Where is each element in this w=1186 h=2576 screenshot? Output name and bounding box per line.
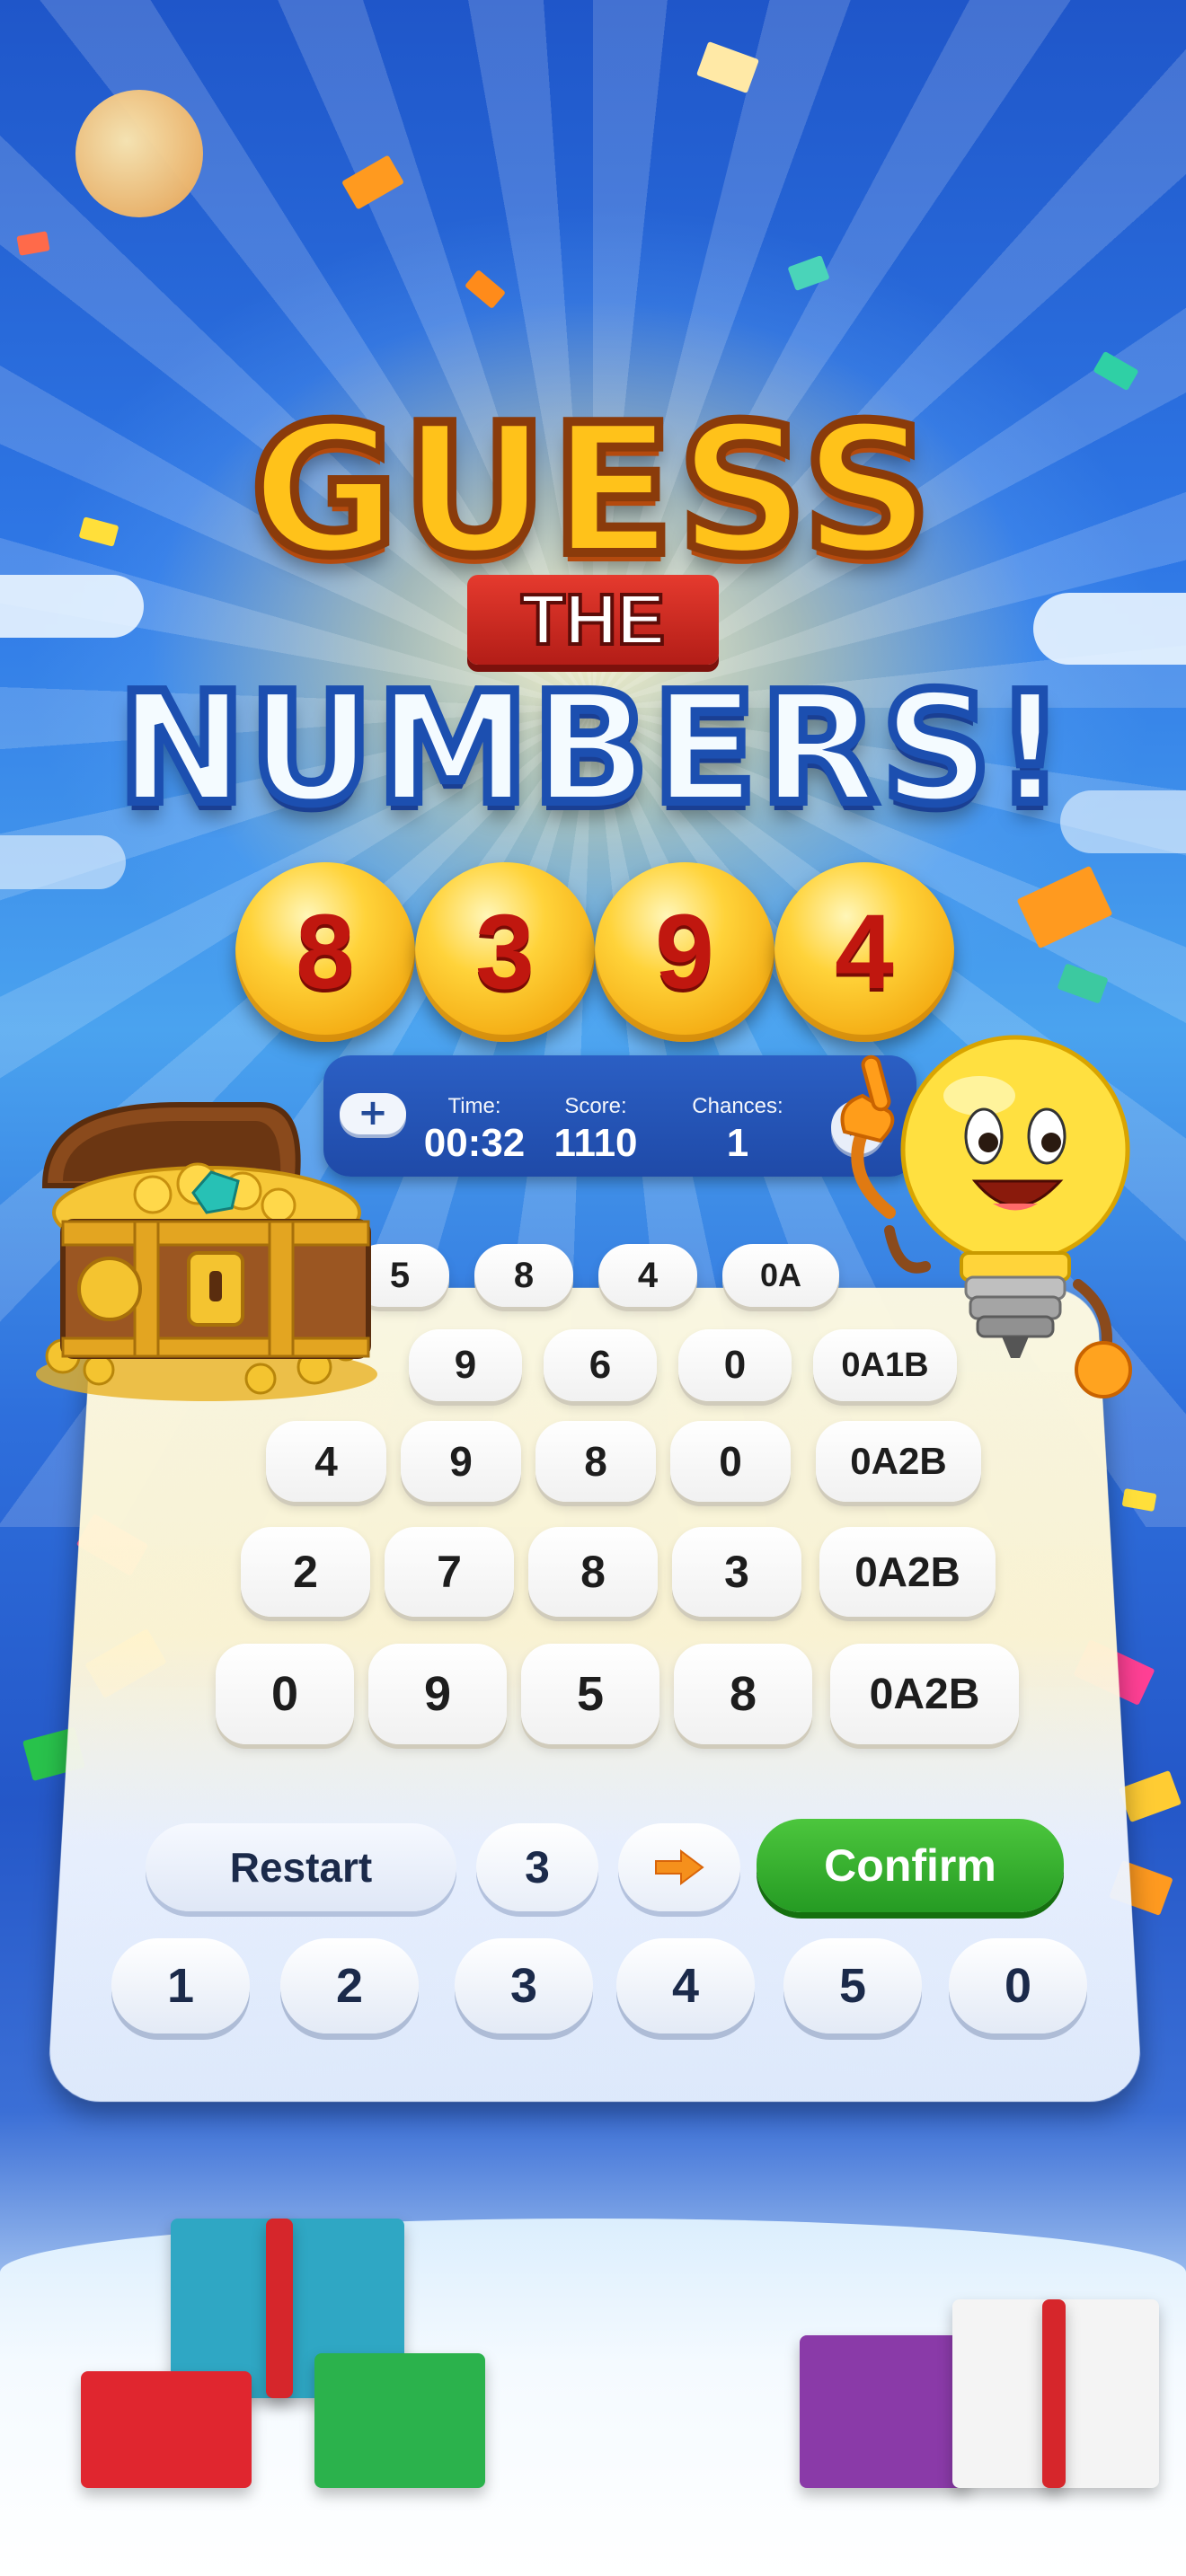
next-button[interactable] xyxy=(618,1823,740,1911)
guess-digit: 4 xyxy=(598,1244,697,1307)
guess-digit: 5 xyxy=(521,1644,659,1744)
guess-digit: 0 xyxy=(216,1644,354,1744)
guess-digit: 0 xyxy=(678,1329,792,1401)
restart-button[interactable]: Restart xyxy=(146,1823,456,1911)
chances-stat: Chances: 1 xyxy=(679,1094,796,1166)
guess-row: 0 9 5 8 0A2B xyxy=(216,1644,1019,1744)
score-value: 1110 xyxy=(553,1121,638,1165)
confetti xyxy=(1057,963,1109,1004)
digit-ball: 9 xyxy=(595,862,774,1042)
confetti xyxy=(16,231,50,256)
guess-digit: 7 xyxy=(385,1527,514,1617)
cloud xyxy=(1033,593,1186,665)
score-label: Score: xyxy=(564,1094,627,1118)
keypad-key-2[interactable]: 2 xyxy=(280,1938,419,2033)
chances-value: 1 xyxy=(726,1121,749,1165)
confirm-button[interactable]: Confirm xyxy=(757,1819,1064,1912)
lightbulb-mascot-icon xyxy=(840,1035,1132,1398)
confetti xyxy=(1093,350,1139,392)
title-numbers: NUMBERS! xyxy=(113,656,1069,842)
guess-digit: 0 xyxy=(670,1421,791,1502)
keypad-key-0[interactable]: 0 xyxy=(949,1938,1087,2033)
chances-label: Chances: xyxy=(692,1094,783,1118)
confetti xyxy=(787,255,830,291)
keypad-key-3[interactable]: 3 xyxy=(455,1938,593,2033)
score-stat: Score: 1110 xyxy=(537,1094,654,1166)
title-guess: GUESS xyxy=(246,382,936,600)
keypad-key-5[interactable]: 5 xyxy=(783,1938,922,2033)
title-ribbon: THE xyxy=(467,575,719,665)
title-the: THE xyxy=(519,578,667,661)
time-stat: Time: 00:32 xyxy=(420,1094,528,1166)
guess-digit: 8 xyxy=(528,1527,658,1617)
secret-number-display: 8 3 9 4 xyxy=(235,862,954,1042)
moon-decoration xyxy=(75,90,203,217)
guess-result: 0A2B xyxy=(819,1527,996,1617)
guess-digit: 8 xyxy=(474,1244,573,1307)
current-input-field[interactable]: 3 xyxy=(476,1823,598,1911)
treasure-chest-icon xyxy=(36,1102,377,1401)
confetti xyxy=(464,269,507,310)
gift-ribbon xyxy=(266,2219,293,2398)
keypad-key-4[interactable]: 4 xyxy=(616,1938,755,2033)
guess-digit: 9 xyxy=(368,1644,507,1744)
digit-ball: 3 xyxy=(415,862,595,1042)
guess-digit: 8 xyxy=(674,1644,812,1744)
confetti xyxy=(1016,865,1113,949)
guess-digit: 8 xyxy=(535,1421,656,1502)
guess-row: 2 7 8 3 0A2B xyxy=(241,1527,996,1617)
digit-ball: 4 xyxy=(774,862,954,1042)
guess-result: 0A2B xyxy=(830,1644,1019,1744)
confetti xyxy=(1118,1769,1182,1823)
cloud xyxy=(0,835,126,889)
confetti xyxy=(1121,1488,1157,1512)
keypad-key-1[interactable]: 1 xyxy=(111,1938,250,2033)
gift-box xyxy=(800,2335,970,2488)
guess-digit: 3 xyxy=(672,1527,801,1617)
guess-result: 0A xyxy=(722,1244,839,1307)
gift-box xyxy=(81,2371,252,2488)
guess-digit: 2 xyxy=(241,1527,370,1617)
confetti xyxy=(341,154,404,210)
digit-ball: 8 xyxy=(235,862,415,1042)
guess-digit: 9 xyxy=(409,1329,522,1401)
game-screen: GUESS THE NUMBERS! 8 3 9 4 + Time: 00:32… xyxy=(0,0,1186,2576)
gift-ribbon xyxy=(1042,2299,1066,2488)
arrow-right-icon xyxy=(655,1849,704,1885)
guess-row: 5 8 4 0A xyxy=(350,1244,839,1307)
guess-digit: 4 xyxy=(266,1421,386,1502)
confetti xyxy=(695,40,760,94)
time-value: 00:32 xyxy=(423,1121,526,1165)
guess-digit: 6 xyxy=(544,1329,657,1401)
time-label: Time: xyxy=(447,1094,501,1118)
gift-box xyxy=(314,2353,485,2488)
guess-digit: 9 xyxy=(401,1421,521,1502)
